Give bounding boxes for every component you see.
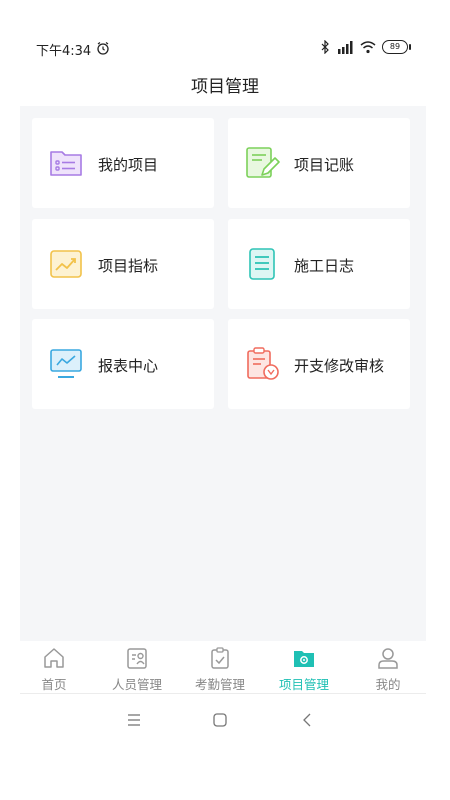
project-icon	[292, 646, 316, 670]
menu-icon[interactable]	[122, 708, 146, 732]
card-label: 我的项目	[98, 156, 159, 174]
wifi-icon	[360, 40, 376, 53]
tab-label: 首页	[41, 677, 67, 692]
tab-label: 我的	[375, 677, 401, 692]
note-edit-icon	[244, 145, 280, 181]
staff-icon	[125, 646, 149, 670]
tab-home[interactable]: 首页	[14, 641, 94, 693]
monitor-chart-icon	[48, 346, 84, 382]
page-title: 项目管理	[191, 77, 259, 97]
card-label: 项目指标	[98, 257, 159, 275]
home-button-icon[interactable]	[208, 708, 232, 732]
bottom-tab-bar: 首页 人员管理 考勤管理 项目管理 我的	[20, 641, 426, 694]
card-project-accounting[interactable]: 项目记账	[228, 118, 410, 208]
tab-label: 人员管理	[111, 677, 162, 692]
card-my-projects[interactable]: 我的项目	[32, 118, 214, 208]
home-icon	[42, 646, 66, 670]
tab-staff-management[interactable]: 人员管理	[97, 641, 177, 693]
card-project-indicators[interactable]: 项目指标	[32, 219, 214, 309]
status-icons: 89	[321, 40, 411, 54]
main-content: 我的项目 项目记账 项目指标 施工日志 报表中心 开支修改审核	[20, 106, 426, 641]
tab-label: 项目管理	[278, 677, 329, 692]
trend-chart-icon	[48, 246, 84, 282]
tab-attendance[interactable]: 考勤管理	[180, 641, 260, 693]
battery-indicator: 89	[382, 40, 411, 54]
tab-project-management[interactable]: 项目管理	[264, 641, 344, 693]
status-time: 下午4:34	[36, 44, 92, 59]
bluetooth-icon	[321, 40, 329, 54]
attendance-icon	[208, 646, 232, 670]
card-label: 报表中心	[98, 357, 159, 375]
card-report-center[interactable]: 报表中心	[32, 319, 214, 409]
card-expense-audit[interactable]: 开支修改审核	[228, 319, 410, 409]
folder-list-icon	[48, 145, 84, 181]
card-label: 项目记账	[294, 156, 355, 174]
back-icon[interactable]	[296, 708, 320, 732]
clipboard-shield-icon	[244, 346, 280, 382]
card-label: 施工日志	[294, 257, 355, 275]
system-navigation-bar	[0, 700, 450, 740]
log-icon	[244, 246, 280, 282]
card-label: 开支修改审核	[294, 357, 385, 375]
signal-icon	[338, 40, 353, 54]
card-construction-log[interactable]: 施工日志	[228, 219, 410, 309]
alarm-icon	[96, 40, 110, 59]
tab-profile[interactable]: 我的	[348, 641, 428, 693]
tab-label: 考勤管理	[194, 677, 245, 692]
profile-icon	[376, 646, 400, 670]
